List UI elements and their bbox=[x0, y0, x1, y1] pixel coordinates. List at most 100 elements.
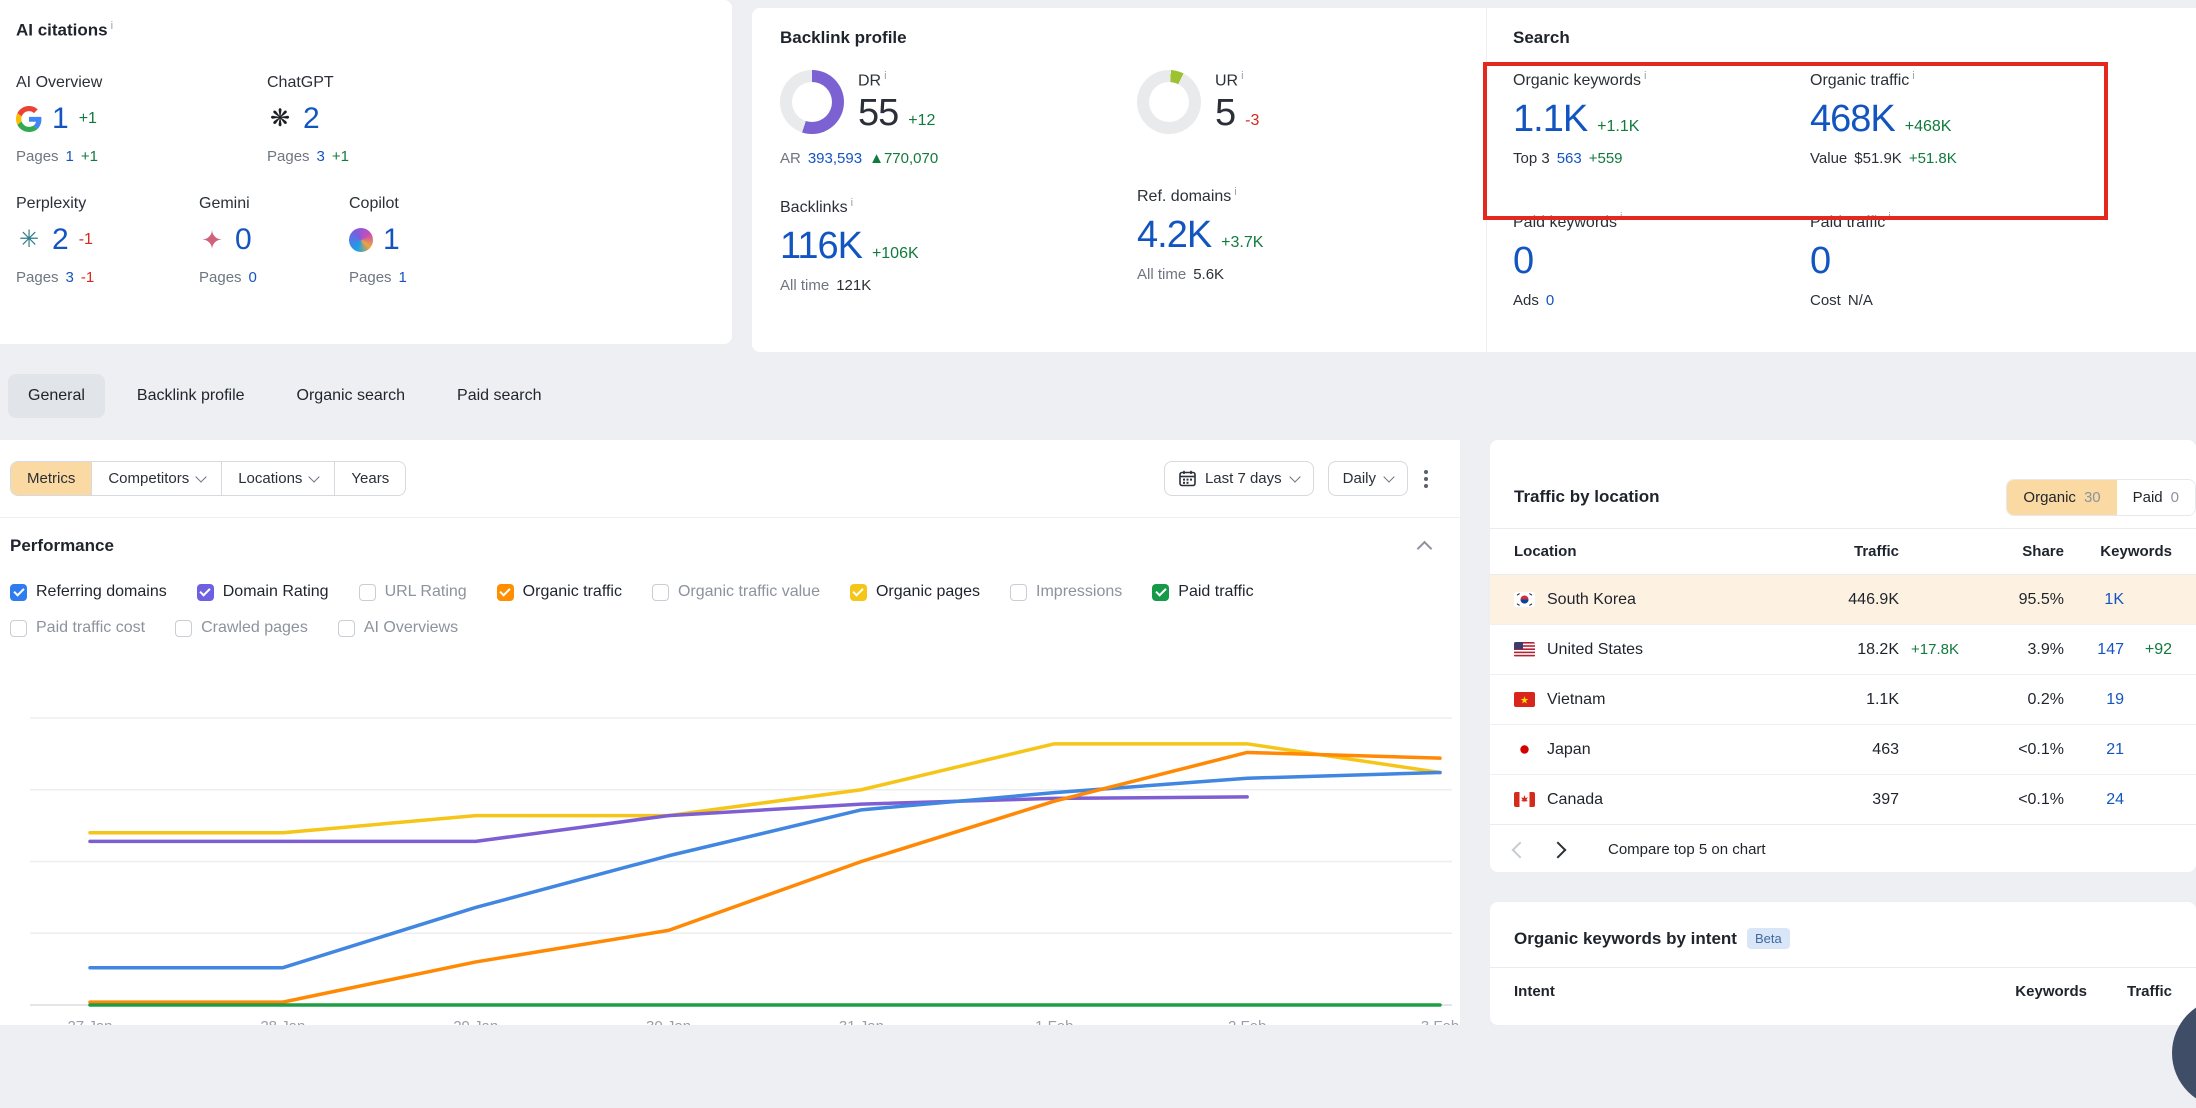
locations-segment[interactable]: Locations bbox=[221, 462, 334, 495]
checkbox-impressions[interactable]: Impressions bbox=[1010, 583, 1122, 601]
performance-chart: 27 Jan28 Jan29 Jan30 Jan31 Jan1 Feb2 Feb… bbox=[0, 690, 1460, 1025]
filter-bar: Metrics Competitors Locations Years Last… bbox=[0, 440, 1460, 518]
checkbox-ai-overviews[interactable]: AI Overviews bbox=[338, 619, 458, 637]
ai-citations-row-2: Perplexity ✳ 2 -1 Pages3-1 Gemini ✦ 0 Pa… bbox=[16, 195, 732, 286]
copilot-pages[interactable]: 1 bbox=[399, 269, 407, 286]
info-icon[interactable]: i bbox=[111, 20, 113, 32]
more-options-icon[interactable] bbox=[1422, 466, 1430, 492]
prev-page-icon[interactable] bbox=[1512, 841, 1529, 858]
next-page-icon[interactable] bbox=[1550, 841, 1567, 858]
svg-text:28 Jan: 28 Jan bbox=[260, 1018, 305, 1025]
checkbox-paid-traffic-cost[interactable]: Paid traffic cost bbox=[10, 619, 145, 637]
svg-text:1 Feb: 1 Feb bbox=[1035, 1018, 1073, 1025]
organic-traffic-value[interactable]: 468K bbox=[1810, 100, 1895, 138]
view-segmented-control: Metrics Competitors Locations Years bbox=[10, 461, 406, 496]
years-segment[interactable]: Years bbox=[334, 462, 405, 495]
ahrefs-rank-value[interactable]: 393,593 bbox=[808, 150, 862, 167]
keywords-link[interactable]: 19 bbox=[2064, 691, 2124, 709]
info-icon[interactable]: i bbox=[851, 197, 853, 209]
compare-top5-link[interactable]: Compare top 5 on chart bbox=[1608, 841, 1766, 858]
perplexity-block: Perplexity ✳ 2 -1 Pages3-1 bbox=[16, 195, 199, 286]
competitors-segment[interactable]: Competitors bbox=[91, 462, 221, 495]
search-section: Search Organic keywordsi 1.1K +1.1K Top … bbox=[1487, 8, 2196, 352]
toggle-paid[interactable]: Paid0 bbox=[2117, 480, 2195, 515]
location-row-vietnam: ★Vietnam 1.1K 0.2% 19 bbox=[1490, 675, 2196, 725]
chatgpt-icon: ❋ bbox=[267, 106, 293, 132]
keywords-link[interactable]: 24 bbox=[2064, 791, 2124, 809]
keywords-by-intent-card: Organic keywords by intent Beta Intent K… bbox=[1490, 902, 2196, 1025]
keywords-link[interactable]: 147 bbox=[2064, 641, 2124, 659]
organic-keywords-block: Organic keywordsi 1.1K +1.1K Top 3563+55… bbox=[1513, 70, 1810, 167]
checkbox-crawled-pages[interactable]: Crawled pages bbox=[175, 619, 308, 637]
checkbox-url-rating[interactable]: URL Rating bbox=[359, 583, 467, 601]
perplexity-count[interactable]: 2 bbox=[52, 225, 69, 255]
tab-backlink-profile[interactable]: Backlink profile bbox=[117, 374, 265, 418]
beta-badge: Beta bbox=[1747, 928, 1790, 949]
location-pager: Compare top 5 on chart bbox=[1490, 825, 2196, 874]
ref-domains-value[interactable]: 4.2K bbox=[1137, 216, 1211, 254]
ai-overview-pages[interactable]: 1 bbox=[66, 148, 74, 165]
perplexity-pages[interactable]: 3 bbox=[66, 269, 74, 286]
ai-citations-title: AI citationsi bbox=[16, 20, 732, 40]
gemini-block: Gemini ✦ 0 Pages0 bbox=[199, 195, 349, 286]
tab-organic-search[interactable]: Organic search bbox=[277, 374, 426, 418]
info-icon[interactable]: i bbox=[1644, 70, 1646, 82]
paid-keywords-value[interactable]: 0 bbox=[1513, 242, 1533, 280]
ai-citations-card: AI citationsi AI Overview 1 +1 Pages1+1 … bbox=[0, 0, 732, 344]
keywords-link[interactable]: 21 bbox=[2064, 741, 2124, 759]
svg-text:31 Jan: 31 Jan bbox=[839, 1018, 884, 1025]
metrics-segment[interactable]: Metrics bbox=[11, 462, 91, 495]
checkbox-domain-rating[interactable]: Domain Rating bbox=[197, 583, 329, 601]
performance-panel: Metrics Competitors Locations Years Last… bbox=[0, 440, 1460, 1025]
toggle-organic[interactable]: Organic30 bbox=[2007, 480, 2116, 515]
granularity-button[interactable]: Daily bbox=[1328, 461, 1408, 496]
collapse-chevron-icon[interactable] bbox=[1417, 541, 1433, 557]
tab-paid-search[interactable]: Paid search bbox=[437, 374, 562, 418]
info-icon[interactable]: i bbox=[884, 70, 886, 82]
info-icon[interactable]: i bbox=[1888, 211, 1890, 223]
checkbox-organic-pages[interactable]: Organic pages bbox=[850, 583, 980, 601]
performance-header: Performance bbox=[0, 518, 1460, 574]
svg-text:★: ★ bbox=[1520, 696, 1529, 707]
chatgpt-count[interactable]: 2 bbox=[303, 104, 320, 134]
svg-text:27 Jan: 27 Jan bbox=[67, 1018, 112, 1025]
perplexity-icon: ✳ bbox=[16, 227, 42, 253]
perplexity-delta: -1 bbox=[79, 231, 93, 249]
ai-overview-count[interactable]: 1 bbox=[52, 104, 69, 134]
ai-overview-block: AI Overview 1 +1 Pages1+1 bbox=[16, 74, 267, 165]
dr-value: 55 bbox=[858, 94, 898, 132]
info-icon[interactable]: i bbox=[1912, 70, 1914, 82]
organic-keywords-value[interactable]: 1.1K bbox=[1513, 100, 1587, 138]
tab-general[interactable]: General bbox=[8, 374, 105, 418]
keywords-link[interactable]: 1K bbox=[2064, 591, 2124, 609]
flag-kr-icon bbox=[1514, 592, 1535, 607]
traffic-by-location-card: Traffic by location Organic30 Paid0 Loca… bbox=[1490, 440, 2196, 872]
copilot-count[interactable]: 1 bbox=[383, 225, 400, 255]
checkbox-referring-domains[interactable]: Referring domains bbox=[10, 583, 167, 601]
info-icon[interactable]: i bbox=[1234, 186, 1236, 198]
checkbox-organic-traffic-value[interactable]: Organic traffic value bbox=[652, 583, 820, 601]
checkbox-organic-traffic[interactable]: Organic traffic bbox=[497, 583, 622, 601]
backlinks-alltime: 121K bbox=[836, 277, 871, 294]
calendar-icon bbox=[1179, 470, 1196, 487]
chevron-down-icon bbox=[1383, 471, 1394, 482]
backlinks-value[interactable]: 116K bbox=[780, 227, 862, 265]
gemini-pages[interactable]: 0 bbox=[249, 269, 257, 286]
chatgpt-pages[interactable]: 3 bbox=[317, 148, 325, 165]
info-icon[interactable]: i bbox=[1241, 70, 1243, 82]
ads-value[interactable]: 0 bbox=[1546, 292, 1554, 309]
gemini-count[interactable]: 0 bbox=[235, 225, 252, 255]
backlink-profile-section: Backlink profile DRi 55 +12 AR 393,593 bbox=[752, 8, 1487, 352]
performance-line-chart: 27 Jan28 Jan29 Jan30 Jan31 Jan1 Feb2 Feb… bbox=[0, 690, 1460, 1025]
overview-tabbar: General Backlink profile Organic search … bbox=[0, 352, 2196, 440]
paid-traffic-value[interactable]: 0 bbox=[1810, 242, 1830, 280]
location-table-header: Location Traffic Share Keywords bbox=[1490, 529, 2196, 575]
top3-value[interactable]: 563 bbox=[1557, 150, 1582, 167]
info-icon[interactable]: i bbox=[1620, 211, 1622, 223]
chatgpt-block: ChatGPT ❋ 2 Pages3+1 bbox=[267, 74, 349, 165]
flag-ca-icon bbox=[1514, 792, 1535, 807]
checkbox-paid-traffic[interactable]: Paid traffic bbox=[1152, 583, 1253, 601]
date-range-button[interactable]: Last 7 days bbox=[1164, 461, 1314, 496]
ahrefs-rank-row: AR 393,593 ▲770,070 bbox=[780, 150, 1137, 167]
chevron-down-icon bbox=[309, 471, 320, 482]
